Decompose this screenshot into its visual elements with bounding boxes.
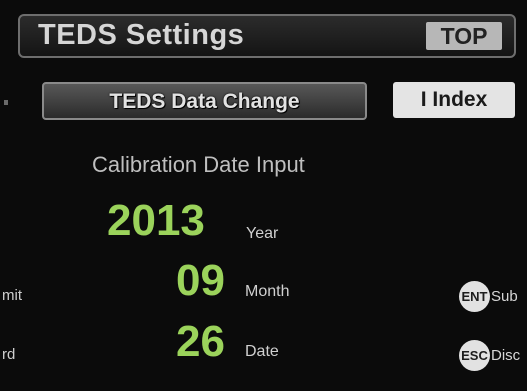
page-title: TEDS Settings [38,19,245,51]
calibration-date-heading: Calibration Date Input [92,152,305,177]
scroll-indicator [4,100,8,105]
discard-label-fragment: rd [2,346,16,363]
tab-label: TEDS Data Change [109,90,300,113]
top-button[interactable]: TOP [426,22,502,50]
tab-teds-data-change[interactable]: TEDS Data Change [42,82,367,120]
tab-index[interactable]: I Index [393,82,515,118]
submit-label: Sub [491,288,518,305]
tab-label: I Index [420,88,488,111]
ent-key-icon[interactable]: ENT [459,281,490,312]
year-unit-label: Year [246,225,279,242]
submit-label-fragment: mit [2,287,22,304]
discard-label: Disc [491,347,521,364]
day-value[interactable]: 26 [176,320,225,364]
title-bar: TEDS Settings TOP [18,14,516,58]
esc-key-icon[interactable]: ESC [459,340,490,371]
month-unit-label: Month [245,283,290,300]
month-value[interactable]: 09 [176,259,225,303]
day-unit-label: Date [245,343,279,360]
year-value[interactable]: 2013 [107,199,205,243]
